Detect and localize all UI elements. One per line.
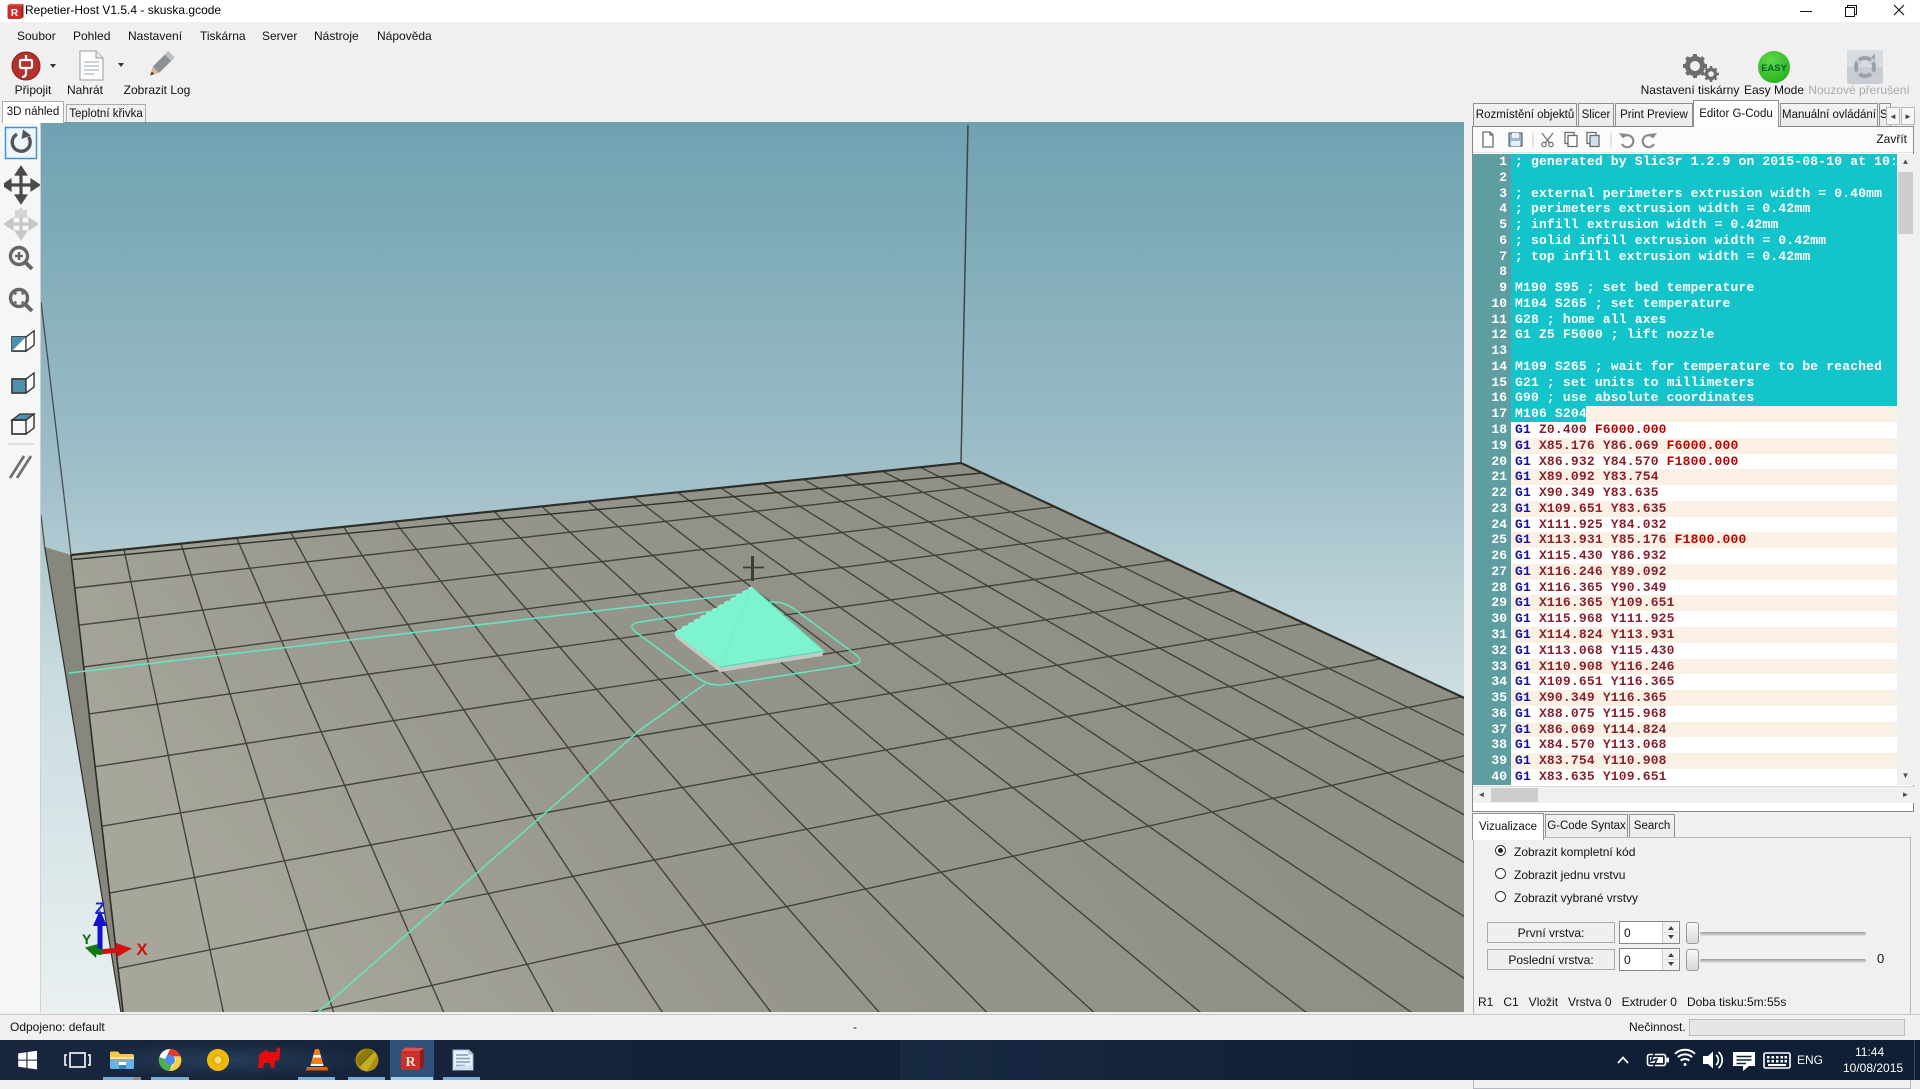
svg-text:Z: Z [95, 899, 105, 918]
svg-text:EASY: EASY [1761, 63, 1788, 74]
svg-text:Y: Y [82, 931, 92, 947]
svg-text:R: R [11, 8, 19, 19]
svg-text:X: X [136, 940, 148, 959]
svg-text:R: R [405, 1055, 416, 1070]
